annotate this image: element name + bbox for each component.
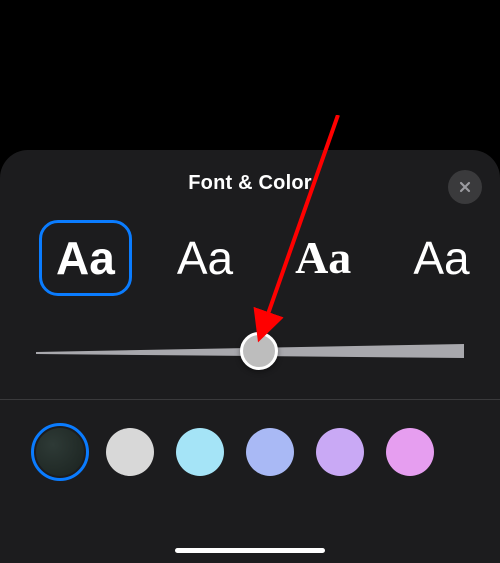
font-style-picker[interactable]: Aa Aa Aa Aa [0,215,500,301]
font-size-slider[interactable] [36,331,464,371]
font-option-2[interactable]: Aa [283,225,363,291]
color-swatch-dark[interactable] [36,428,84,476]
font-color-panel: Font & Color Aa Aa Aa Aa [0,150,500,563]
color-swatch-pink[interactable] [386,428,434,476]
color-picker[interactable] [0,400,500,504]
close-icon [457,179,473,195]
color-swatch-grey[interactable] [106,428,154,476]
font-option-1[interactable]: Aa [165,225,245,291]
color-swatch-lavender[interactable] [316,428,364,476]
home-indicator[interactable] [175,548,325,553]
slider-thumb[interactable] [240,332,278,370]
font-option-0[interactable]: Aa [44,225,127,291]
color-swatch-periwinkle[interactable] [246,428,294,476]
color-swatch-lightblue[interactable] [176,428,224,476]
font-option-3[interactable]: Aa [401,225,481,291]
panel-header: Font & Color [0,172,500,195]
panel-title: Font & Color [20,172,480,195]
close-button[interactable] [448,170,482,204]
